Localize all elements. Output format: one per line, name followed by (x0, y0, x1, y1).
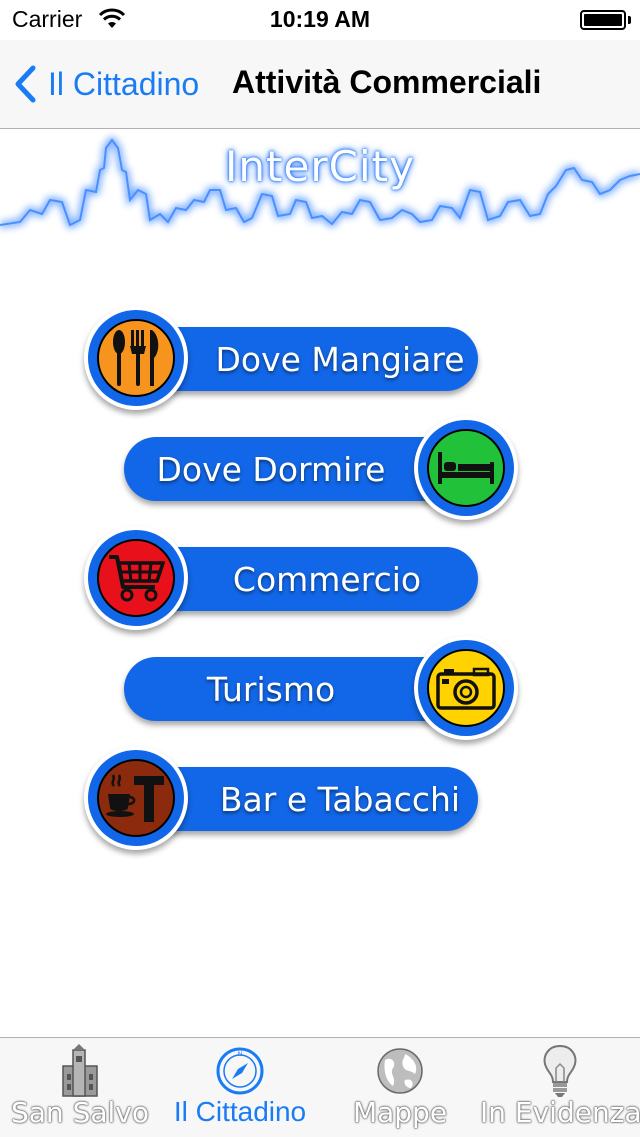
globe-icon (377, 1048, 423, 1094)
menu-pill: Turismo (124, 657, 458, 721)
menu-label: Dove Mangiare (215, 339, 465, 379)
logo-text: InterCity (225, 142, 415, 191)
tower-icon (62, 1044, 98, 1097)
tab-label: In Evidenza (480, 1096, 640, 1129)
menu-icon-circle (414, 416, 518, 520)
svg-text:N: N (238, 1051, 243, 1058)
back-button[interactable]: Il Cittadino (14, 62, 199, 106)
tab-san-salvo[interactable]: San Salvo (0, 1038, 160, 1137)
shopping-cart-icon (109, 555, 165, 602)
status-time: 10:19 AM (269, 6, 371, 32)
menu-button-bar-e-tabacchi[interactable]: Bar e Tabacchi (84, 746, 478, 850)
menu-pill: Commercio (144, 547, 478, 611)
cutlery-icon (113, 330, 159, 386)
menu-icon-circle (84, 526, 188, 630)
navigation-bar: Il Cittadino Attività Commerciali (0, 40, 640, 129)
camera-icon (436, 667, 496, 710)
back-label: Il Cittadino (48, 65, 200, 102)
menu-button-dove-mangiare[interactable]: Dove Mangiare (84, 306, 478, 410)
menu-label: Turismo (206, 669, 336, 709)
menu-button-dove-dormire[interactable]: Dove Dormire (124, 416, 518, 520)
menu-icon-circle (414, 636, 518, 740)
battery-tip (628, 16, 631, 24)
chevron-left-icon (15, 65, 36, 103)
menu-label: Commercio (232, 559, 422, 599)
lightbulb-icon (543, 1044, 577, 1097)
tab-label: Mappe (352, 1096, 448, 1129)
city-skyline-banner: InterCity (0, 130, 640, 270)
tab-mappe[interactable]: Mappe (320, 1038, 480, 1137)
bed-icon (438, 452, 494, 484)
menu-button-commercio[interactable]: Commercio (84, 526, 478, 630)
menu-pill: Dove Mangiare (144, 327, 478, 391)
menu-label: Dove Dormire (156, 449, 386, 489)
menu-icon-circle (84, 306, 188, 410)
compass-icon: N (216, 1047, 264, 1095)
status-bar: Carrier 10:19 AM (0, 0, 640, 40)
battery-icon (580, 10, 626, 30)
menu-pill: Dove Dormire (124, 437, 458, 501)
tab-il-cittadino[interactable]: N Il Cittadino (160, 1038, 320, 1137)
menu-icon-circle (84, 746, 188, 850)
tab-label: San Salvo (11, 1096, 149, 1129)
coffee-tobacco-icon (106, 774, 164, 822)
menu-pill: Bar e Tabacchi (144, 767, 478, 831)
tab-in-evidenza[interactable]: In Evidenza (480, 1038, 640, 1137)
tab-bar: San Salvo N Il Cittadino Mappe In Eviden… (0, 1037, 640, 1137)
menu-label: Bar e Tabacchi (219, 779, 461, 819)
menu-button-turismo[interactable]: Turismo (124, 636, 518, 740)
tab-label: Il Cittadino (173, 1096, 307, 1127)
page-title: Attività Commerciali (232, 64, 542, 100)
